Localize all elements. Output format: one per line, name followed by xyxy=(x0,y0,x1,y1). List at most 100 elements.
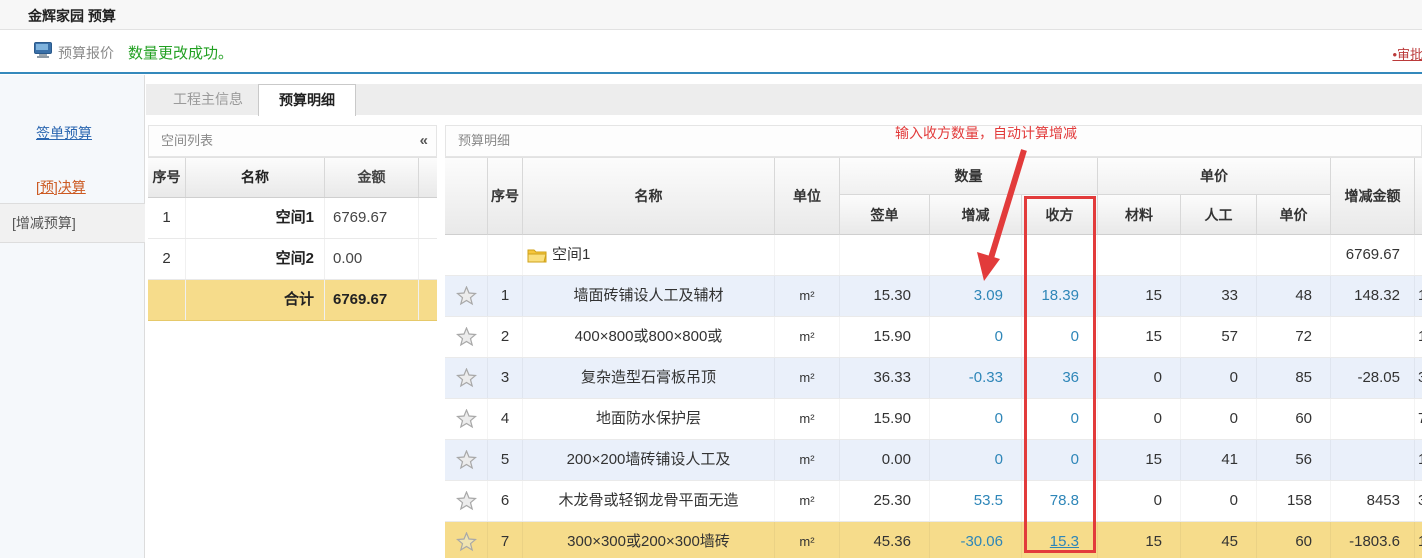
row-signed-qty: 15.90 xyxy=(840,399,930,439)
toolbar: 预算报价 数量更改成功。 •审批记 xyxy=(0,31,1422,74)
row-labor: 0 xyxy=(1181,358,1257,398)
row-unit: m² xyxy=(775,440,840,480)
row-measured-qty[interactable]: 18.39 xyxy=(1022,276,1098,316)
row-adjust-qty: 0 xyxy=(930,399,1022,439)
row-name: 墙面砖铺设人工及辅材 xyxy=(523,276,775,316)
group-row-label: 空间1 xyxy=(552,235,590,275)
table-row-selected[interactable]: 7 300×300或200×300墙砖 m² 45.36 -30.06 15.3… xyxy=(445,522,1422,558)
row-clipped-value: 1 xyxy=(1415,317,1422,357)
row-adjust-qty: 0 xyxy=(930,440,1022,480)
col-amount: 金额 xyxy=(325,158,419,197)
folder-icon xyxy=(527,247,547,263)
favorite-star-icon[interactable] xyxy=(445,276,488,316)
row-clipped-value: 1 xyxy=(1415,522,1422,558)
space-row-name: 空间1 xyxy=(186,198,325,238)
row-amount xyxy=(1331,317,1415,357)
table-row[interactable]: 2 400×800或800×800或 m² 15.90 0 0 15 57 72… xyxy=(445,317,1422,358)
table-row[interactable]: 1 墙面砖铺设人工及辅材 m² 15.30 3.09 18.39 15 33 4… xyxy=(445,276,1422,317)
row-labor: 33 xyxy=(1181,276,1257,316)
space-row-name: 空间2 xyxy=(186,239,325,279)
col-name: 名称 xyxy=(523,158,775,235)
row-measured-qty[interactable]: 36 xyxy=(1022,358,1098,398)
space-list-panel: 空间列表 « 序号 名称 金额 1 空间1 6769.67 2 空间2 0.00… xyxy=(148,125,437,558)
row-clipped-value: 1 xyxy=(1415,440,1422,480)
row-adjust-qty: 3.09 xyxy=(930,276,1022,316)
tab-budget-detail[interactable]: 预算明细 xyxy=(258,84,356,116)
status-message: 数量更改成功。 xyxy=(128,42,233,63)
favorite-star-icon[interactable] xyxy=(445,317,488,357)
row-unitprice: 158 xyxy=(1257,481,1331,521)
module-label: 预算报价 xyxy=(58,43,114,63)
table-row[interactable]: 6 木龙骨或轻钢龙骨平面无造 m² 25.30 53.5 78.8 0 0 15… xyxy=(445,481,1422,522)
row-amount: -28.05 xyxy=(1331,358,1415,398)
row-labor: 57 xyxy=(1181,317,1257,357)
row-labor: 41 xyxy=(1181,440,1257,480)
row-no: 3 xyxy=(488,358,523,398)
row-signed-qty: 45.36 xyxy=(840,522,930,558)
row-adjust-qty: 0 xyxy=(930,317,1022,357)
row-measured-qty[interactable]: 0 xyxy=(1022,399,1098,439)
row-unit: m² xyxy=(775,522,840,558)
row-signed-qty: 15.30 xyxy=(840,276,930,316)
col-measured-qty: 收方 xyxy=(1022,195,1098,235)
favorite-star-icon[interactable] xyxy=(445,440,488,480)
col-clipped xyxy=(1415,158,1422,235)
row-unit: m² xyxy=(775,399,840,439)
favorite-star-icon[interactable] xyxy=(445,522,488,558)
row-labor: 45 xyxy=(1181,522,1257,558)
row-measured-qty[interactable]: 0 xyxy=(1022,440,1098,480)
space-row[interactable]: 2 空间2 0.00 xyxy=(148,239,437,280)
col-adjust-qty: 增减 xyxy=(930,195,1022,235)
row-signed-qty: 15.90 xyxy=(840,317,930,357)
row-clipped-value: 7 xyxy=(1415,399,1422,439)
favorite-star-icon[interactable] xyxy=(445,358,488,398)
space-row[interactable]: 1 空间1 6769.67 xyxy=(148,198,437,239)
row-no: 7 xyxy=(488,522,523,558)
space-list-header: 空间列表 « xyxy=(148,125,437,157)
tab-strip: 工程主信息 预算明细 xyxy=(146,84,1422,115)
group-row-space1[interactable]: 空间1 6769.67 xyxy=(445,235,1422,276)
table-row[interactable]: 5 200×200墙砖铺设人工及 m² 0.00 0 0 15 41 56 1 xyxy=(445,440,1422,481)
space-row-no: 1 xyxy=(148,198,186,238)
sidebar-item-sign-budget[interactable]: 签单预算 xyxy=(36,123,92,143)
price-group-label: 单价 xyxy=(1098,158,1331,195)
row-measured-qty[interactable]: 15.3 xyxy=(1022,522,1098,558)
space-table-header: 序号 名称 金额 xyxy=(148,157,437,198)
row-clipped-value: 1 xyxy=(1415,276,1422,316)
monitor-icon xyxy=(34,42,52,58)
row-material: 0 xyxy=(1098,481,1181,521)
row-no: 2 xyxy=(488,317,523,357)
col-signed-qty: 签单 xyxy=(840,195,930,235)
budget-detail-panel: 预算明细 序号 名称 单位 数量 签单 增减 收方 单价 材料 人工 xyxy=(445,125,1422,558)
table-row[interactable]: 3 复杂造型石膏板吊顶 m² 36.33 -0.33 36 0 0 85 -28… xyxy=(445,358,1422,399)
row-no: 1 xyxy=(488,276,523,316)
row-amount: -1803.6 xyxy=(1331,522,1415,558)
row-name: 300×300或200×300墙砖 xyxy=(523,522,775,558)
row-clipped-value: 3 xyxy=(1415,481,1422,521)
row-measured-qty[interactable]: 0 xyxy=(1022,317,1098,357)
space-row-amount: 6769.67 xyxy=(325,198,419,238)
row-material: 0 xyxy=(1098,399,1181,439)
approval-record-link[interactable]: •审批记 xyxy=(1392,44,1422,63)
favorite-star-icon[interactable] xyxy=(445,481,488,521)
row-unitprice: 48 xyxy=(1257,276,1331,316)
detail-table-header: 序号 名称 单位 数量 签单 增减 收方 单价 材料 人工 单价 增减金额 xyxy=(445,157,1422,235)
col-name: 名称 xyxy=(186,158,325,197)
col-seq: 序号 xyxy=(488,158,523,235)
table-row[interactable]: 4 地面防水保护层 m² 15.90 0 0 0 0 60 7 xyxy=(445,399,1422,440)
row-measured-qty[interactable]: 78.8 xyxy=(1022,481,1098,521)
row-no: 5 xyxy=(488,440,523,480)
row-name: 地面防水保护层 xyxy=(523,399,775,439)
sidebar-item-final-account[interactable]: [预]决算 xyxy=(36,177,86,197)
favorite-star-icon[interactable] xyxy=(445,399,488,439)
collapse-panel-icon[interactable]: « xyxy=(420,126,428,156)
row-clipped-value: 3 xyxy=(1415,358,1422,398)
page-title: 金辉家园 预算 xyxy=(28,6,116,26)
col-adjust-amount: 增减金额 xyxy=(1331,158,1415,235)
tab-project-info[interactable]: 工程主信息 xyxy=(160,84,256,115)
row-no: 4 xyxy=(488,399,523,439)
row-material: 15 xyxy=(1098,317,1181,357)
row-name: 木龙骨或轻钢龙骨平面无造 xyxy=(523,481,775,521)
row-unit: m² xyxy=(775,481,840,521)
sidebar-item-adjust-budget[interactable]: [增减预算] xyxy=(0,203,145,243)
